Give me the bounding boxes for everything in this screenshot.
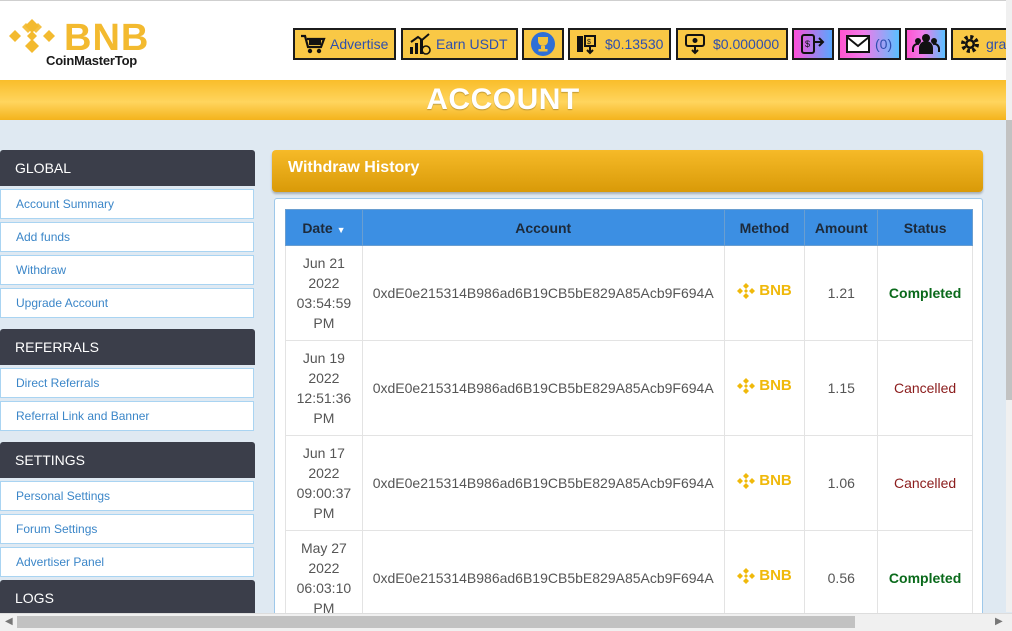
- page-title: ACCOUNT: [426, 83, 580, 116]
- status-cell: Completed: [877, 530, 973, 617]
- balance-value: $0.13530: [605, 36, 664, 52]
- column-account[interactable]: Account: [361, 209, 725, 246]
- account-cell: 0xdE0e215314B986ad6B19CB5bE829A85Acb9F69…: [361, 530, 725, 617]
- amount-cell: 1.15: [804, 340, 879, 436]
- sidebar-item-advertiser-panel[interactable]: Advertiser Panel: [0, 547, 254, 577]
- method-label: BNB: [759, 567, 792, 584]
- sidebar-item-direct-referrals[interactable]: Direct Referrals: [0, 368, 254, 398]
- sidebar-section-logs: LOGS: [0, 580, 255, 616]
- deposit-balance-value: $0.000000: [713, 36, 780, 52]
- withdraw-history-panel: Date ▼ Account Method Amount Status Jun …: [274, 198, 983, 618]
- brand-subtitle: CoinMasterTop: [46, 53, 138, 68]
- sort-desc-icon: ▼: [336, 224, 346, 235]
- column-date-label: Date: [302, 219, 333, 236]
- method-cell: BNB: [723, 245, 806, 341]
- method-cell: BNB: [723, 435, 806, 531]
- column-date[interactable]: Date ▼: [285, 209, 363, 246]
- sidebar-section-global: GLOBAL: [0, 150, 255, 186]
- sidebar-item-upgrade-account[interactable]: Upgrade Account: [0, 288, 254, 318]
- sidebar-section-settings: SETTINGS: [0, 442, 255, 478]
- transfer-button[interactable]: $: [792, 28, 834, 60]
- status-cell: Cancelled: [877, 435, 973, 531]
- mail-icon: [846, 35, 870, 53]
- deposit-money-icon: [685, 34, 705, 55]
- method-cell: BNB: [723, 530, 806, 617]
- messages-button[interactable]: (0): [838, 28, 901, 60]
- sidebar-item-forum-settings[interactable]: Forum Settings: [0, 514, 254, 544]
- table-row: Jun 17 2022 09:00:37 PM 0xdE0e215314B986ad6B…: [285, 435, 973, 531]
- date-cell: Jun 21 2022 03:54:59 PM: [285, 245, 363, 341]
- sidebar-item-withdraw[interactable]: Withdraw: [0, 255, 254, 285]
- trophy-icon: [531, 32, 555, 56]
- scroll-left-arrow-icon[interactable]: ◀: [5, 616, 13, 627]
- column-status[interactable]: Status: [877, 209, 973, 246]
- growth-chart-icon: [410, 33, 431, 55]
- svg-text:$: $: [587, 39, 591, 46]
- bnb-coin-icon: [737, 568, 756, 584]
- method-label: BNB: [759, 377, 792, 394]
- amount-cell: 1.06: [804, 435, 879, 531]
- withdraw-history-table: Date ▼ Account Method Amount Status Jun …: [285, 209, 973, 617]
- sidebar-section-referrals: REFERRALS: [0, 329, 255, 365]
- method-cell: BNB: [723, 340, 806, 436]
- top-bar: BNB CoinMasterTop Advertise Earn USDT $ …: [0, 0, 1009, 82]
- scroll-right-arrow-icon[interactable]: ▶: [995, 616, 1003, 627]
- trophy-button[interactable]: [522, 28, 564, 60]
- sidebar-item-account-summary[interactable]: Account Summary: [0, 189, 254, 219]
- status-cell: Completed: [877, 245, 973, 341]
- bnb-coin-icon: [737, 473, 756, 489]
- deposit-balance-button[interactable]: $0.000000: [676, 28, 788, 60]
- account-cell: 0xdE0e215314B986ad6B19CB5bE829A85Acb9F69…: [361, 435, 725, 531]
- column-method[interactable]: Method: [723, 209, 806, 246]
- advertise-button[interactable]: Advertise: [293, 28, 396, 60]
- table-row: Jun 19 2022 12:51:36 PM 0xdE0e215314B986ad6B…: [285, 340, 973, 436]
- bnb-coin-icon: [737, 378, 756, 394]
- method-label: BNB: [759, 472, 792, 489]
- messages-count: (0): [875, 36, 893, 52]
- date-cell: Jun 17 2022 09:00:37 PM: [285, 435, 363, 531]
- status-cell: Cancelled: [877, 340, 973, 436]
- brand-name: BNB: [64, 17, 150, 59]
- page-banner: ACCOUNT: [0, 80, 1006, 120]
- svg-text:$: $: [805, 39, 810, 49]
- bnb-logo-icon: [9, 19, 55, 53]
- cart-icon: [301, 34, 326, 54]
- table-row: Jun 21 2022 03:54:59 PM 0xdE0e215314B986ad6B…: [285, 245, 973, 341]
- account-cell: 0xdE0e215314B986ad6B19CB5bE829A85Acb9F69…: [361, 340, 725, 436]
- sidebar-item-referral-link[interactable]: Referral Link and Banner: [0, 401, 254, 431]
- date-cell: May 27 2022 06:03:10 PM: [285, 530, 363, 617]
- username-label: gra: [986, 36, 1007, 52]
- amount-cell: 0.56: [804, 530, 879, 617]
- advertise-label: Advertise: [330, 36, 389, 52]
- table-row: May 27 2022 06:03:10 PM 0xdE0e215314B986ad6B…: [285, 530, 973, 617]
- user-settings-button[interactable]: gra: [951, 28, 1009, 60]
- balance-button[interactable]: $ $0.13530: [568, 28, 671, 60]
- account-cell: 0xdE0e215314B986ad6B19CB5bE829A85Acb9F69…: [361, 245, 725, 341]
- transfer-icon: $: [801, 34, 825, 54]
- sidebar: GLOBAL Account Summary Add funds Withdra…: [0, 150, 255, 619]
- earn-usdt-label: Earn USDT: [436, 36, 508, 52]
- date-cell: Jun 19 2022 12:51:36 PM: [285, 340, 363, 436]
- sidebar-item-add-funds[interactable]: Add funds: [0, 222, 254, 252]
- earn-usdt-button[interactable]: Earn USDT: [401, 28, 518, 60]
- method-label: BNB: [759, 282, 792, 299]
- column-amount[interactable]: Amount: [804, 209, 879, 246]
- sidebar-item-personal-settings[interactable]: Personal Settings: [0, 481, 254, 511]
- site-logo[interactable]: BNB CoinMasterTop: [6, 15, 156, 71]
- panel-title: Withdraw History: [272, 150, 983, 192]
- withdraw-money-icon: $: [577, 35, 596, 55]
- team-button[interactable]: [905, 28, 947, 60]
- horizontal-scroll-thumb[interactable]: [17, 616, 855, 628]
- vertical-scroll-thumb[interactable]: [1006, 120, 1012, 400]
- bnb-coin-icon: [737, 283, 756, 299]
- team-icon: [912, 34, 940, 54]
- amount-cell: 1.21: [804, 245, 879, 341]
- gear-icon: [961, 35, 979, 53]
